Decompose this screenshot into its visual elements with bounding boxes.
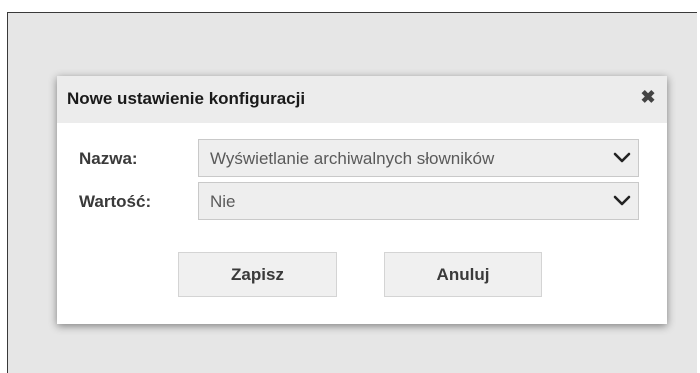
value-select-value: Nie: [210, 192, 236, 211]
value-select[interactable]: Nie: [198, 182, 639, 220]
dialog-titlebar: Nowe ustawienie konfiguracji ✖: [57, 76, 667, 123]
name-select[interactable]: Wyświetlanie archiwalnych słowników: [198, 139, 639, 177]
close-icon[interactable]: ✖: [637, 85, 659, 109]
name-select-value: Wyświetlanie archiwalnych słowników: [210, 149, 495, 168]
chevron-down-icon: [613, 152, 631, 163]
cancel-button[interactable]: Anuluj: [384, 252, 542, 297]
dialog-title: Nowe ustawienie konfiguracji: [67, 89, 306, 108]
value-label: Wartość:: [79, 192, 152, 211]
config-dialog: Nowe ustawienie konfiguracji ✖ Nazwa: Wy…: [57, 76, 667, 324]
name-label: Nazwa:: [79, 149, 138, 168]
chevron-down-icon: [613, 195, 631, 206]
save-button[interactable]: Zapisz: [178, 252, 337, 297]
